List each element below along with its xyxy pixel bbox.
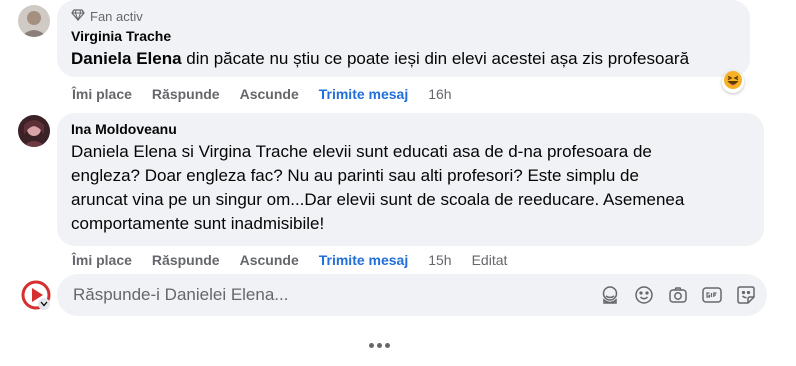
send-message-button[interactable]: Trimite mesaj — [319, 86, 409, 102]
comment-body: din păcate nu știu ce poate ieși din ele… — [181, 49, 690, 68]
comment-author[interactable]: Ina Moldoveanu — [71, 121, 752, 138]
gif-icon[interactable] — [701, 284, 723, 306]
comment-line: Daniela Elena si Virgina Trache elevii s… — [71, 142, 652, 161]
comment-line: aruncat vina pe un singur om...Dar elevi… — [71, 190, 685, 209]
reaction-badge[interactable] — [722, 70, 744, 95]
comment-author[interactable]: Virginia Trache — [71, 28, 738, 45]
reply-input[interactable] — [71, 284, 599, 306]
reply-composer — [57, 274, 767, 316]
chevron-down-icon[interactable] — [38, 298, 50, 310]
fan-badge: Fan activ — [71, 8, 738, 24]
diamond-icon — [71, 8, 85, 24]
camera-icon[interactable] — [667, 284, 689, 306]
comment-text: Daniela Elena din păcate nu știu ce poat… — [71, 47, 738, 71]
edited-label: Editat — [471, 252, 508, 268]
avatar-ina-moldoveanu[interactable] — [18, 115, 50, 147]
composer-tools — [599, 284, 757, 306]
comment-actions-1: Îmi place Răspunde Ascunde Trimite mesaj… — [72, 86, 452, 102]
sticker-icon[interactable] — [735, 284, 757, 306]
emoji-icon[interactable] — [633, 284, 655, 306]
more-options-icon[interactable] — [366, 338, 392, 352]
comment-bubble-2: Ina Moldoveanu Daniela Elena si Virgina … — [57, 113, 764, 246]
comment-line: engleza? Doar engleza fac? Nu au parinti… — [71, 166, 639, 185]
avatar-virginia-trache[interactable] — [18, 5, 50, 37]
comment-line: comportamente sunt inadmisibile! — [71, 214, 325, 233]
hide-button[interactable]: Ascunde — [240, 252, 299, 268]
hide-button[interactable]: Ascunde — [240, 86, 299, 102]
reply-button[interactable]: Răspunde — [152, 86, 220, 102]
sticker-face-icon[interactable] — [599, 284, 621, 306]
reply-button[interactable]: Răspunde — [152, 252, 220, 268]
like-button[interactable]: Îmi place — [72, 252, 132, 268]
comment-actions-2: Îmi place Răspunde Ascunde Trimite mesaj… — [72, 252, 507, 268]
badge-label: Fan activ — [90, 8, 143, 24]
comment-bubble-1: Fan activ Virginia Trache Daniela Elena … — [57, 0, 750, 77]
send-message-button[interactable]: Trimite mesaj — [319, 252, 409, 268]
haha-emoji-icon — [723, 70, 743, 95]
timestamp[interactable]: 16h — [428, 86, 451, 102]
timestamp[interactable]: 15h — [428, 252, 451, 268]
comment-text: Daniela Elena si Virgina Trache elevii s… — [71, 140, 752, 236]
mention-link[interactable]: Daniela Elena — [71, 49, 182, 68]
like-button[interactable]: Îmi place — [72, 86, 132, 102]
